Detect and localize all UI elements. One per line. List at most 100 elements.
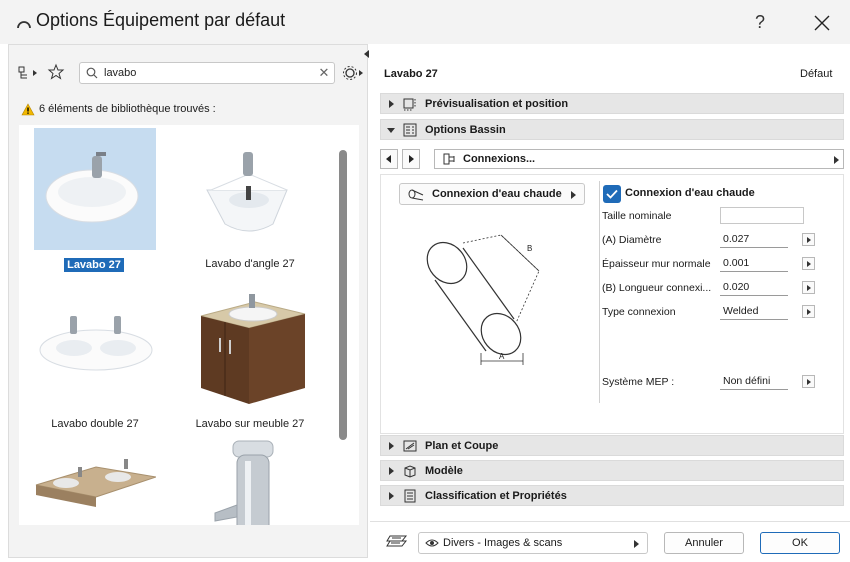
classification-list-icon: [404, 489, 416, 503]
page-navigator: Connexions...: [380, 149, 844, 169]
double-washbasin-thumbnail: [39, 316, 153, 371]
arrow-left-icon: [386, 155, 391, 163]
section-basin-options[interactable]: Options Bassin: [380, 119, 844, 140]
preview-position-icon: [403, 98, 416, 111]
faucet-thumbnail: [214, 440, 274, 525]
settings-panel: Lavabo 27 Défaut Prévisualisation et pos…: [370, 44, 850, 562]
connection-type-dropdown[interactable]: Connexion d'eau chaude: [399, 183, 585, 205]
library-items-grid: Lavabo 27 Lavabo d'angle 27 Lavabo doubl: [19, 125, 359, 525]
title-bar: Options Équipement par défaut ?: [0, 0, 850, 44]
param-label: (B) Longueur connexi...: [602, 282, 712, 294]
search-input[interactable]: [104, 65, 304, 81]
mep-system-options-button[interactable]: [802, 375, 815, 388]
param-connection-length: (B) Longueur connexi... 0.020: [602, 279, 842, 297]
page-selector-label: Connexions...: [463, 153, 536, 165]
search-field[interactable]: ✕: [79, 62, 335, 84]
section-label: Options Bassin: [425, 124, 506, 136]
model-cube-icon: [404, 465, 416, 478]
cancel-button[interactable]: Annuler: [664, 532, 744, 554]
search-icon: [86, 67, 98, 79]
connection-type-options-button[interactable]: [802, 305, 815, 318]
section-label: Classification et Propriétés: [425, 490, 567, 502]
diameter-input[interactable]: 0.027: [720, 231, 788, 248]
help-button[interactable]: ?: [748, 12, 772, 36]
section-label: Modèle: [425, 465, 463, 477]
countertop-washbasin-thumbnail: [35, 459, 156, 507]
library-browser: ✕ 6 éléments de bibliothèque trouvés : L…: [8, 44, 368, 558]
results-count-text: 6 éléments de bibliothèque trouvés :: [39, 103, 216, 115]
param-mep-system: Système MEP : Non défini: [602, 373, 842, 391]
grid-scrollbar[interactable]: [339, 150, 347, 440]
param-label: Épaisseur mur normale: [602, 258, 711, 270]
section-label: Prévisualisation et position: [425, 98, 569, 110]
previous-page-button[interactable]: [380, 149, 398, 169]
wall-thickness-options-button[interactable]: [802, 257, 815, 270]
connections-page-icon: [443, 153, 455, 165]
param-wall-thickness: Épaisseur mur normale 0.001: [602, 255, 842, 273]
section-label: Plan et Coupe: [425, 440, 499, 452]
param-nominal-size: Taille nominale: [602, 207, 842, 225]
footer-divider: [370, 521, 850, 522]
section-model[interactable]: Modèle: [380, 460, 844, 481]
connections-page: Connexion d'eau chaude B A Connexion d'e…: [380, 174, 844, 434]
library-item-label: Lavabo sur meuble 27: [195, 418, 305, 430]
hot-water-checkbox-label: Connexion d'eau chaude: [625, 187, 755, 199]
connection-diagram: B A: [426, 234, 540, 365]
connection-type-label: Connexion d'eau chaude: [432, 188, 562, 200]
expand-arrow-icon: [389, 467, 394, 475]
basin-options-icon: [403, 123, 417, 137]
layer-dropdown-label: Divers - Images & scans: [443, 537, 563, 549]
arrow-right-icon: [409, 155, 414, 163]
warning-icon: [21, 103, 35, 116]
clear-search-icon[interactable]: ✕: [316, 65, 332, 81]
diagram-label-b: B: [527, 244, 532, 253]
param-diameter: (A) Diamètre 0.027: [602, 231, 842, 249]
dropdown-arrow-icon: [634, 540, 639, 548]
wall-thickness-input[interactable]: 0.001: [720, 255, 788, 272]
expand-arrow-icon: [389, 442, 394, 450]
connection-length-options-button[interactable]: [802, 281, 815, 294]
page-selector[interactable]: Connexions...: [434, 149, 844, 169]
layer-dropdown[interactable]: Divers - Images & scans: [418, 532, 648, 554]
param-label: (A) Diamètre: [602, 234, 662, 246]
object-name: Lavabo 27: [384, 68, 438, 80]
param-label: Taille nominale: [602, 210, 672, 222]
library-item-label: Lavabo 27: [64, 258, 124, 272]
library-item-label: Lavabo double 27: [51, 418, 139, 430]
eye-icon: [425, 539, 439, 547]
favorites-star-icon[interactable]: [47, 63, 65, 81]
section-plan-section[interactable]: Plan et Coupe: [380, 435, 844, 456]
washbasin-thumbnail: [34, 128, 156, 250]
diagram-label-a: A: [499, 352, 505, 361]
next-page-button[interactable]: [402, 149, 420, 169]
connection-type-select[interactable]: Welded: [720, 303, 788, 320]
param-label: Système MEP :: [602, 376, 675, 388]
gear-icon[interactable]: [341, 62, 365, 84]
app-icon: [17, 21, 31, 29]
plan-section-icon: [403, 440, 417, 452]
library-item-label: Lavabo d'angle 27: [205, 258, 295, 270]
dropdown-arrow-icon: [834, 156, 839, 164]
diameter-options-button[interactable]: [802, 233, 815, 246]
layers-icon: [386, 535, 408, 547]
mep-system-select[interactable]: Non défini: [720, 373, 788, 390]
folder-tree-icon[interactable]: [17, 65, 41, 81]
close-icon[interactable]: [808, 9, 836, 37]
param-label: Type connexion: [602, 306, 676, 318]
ok-button[interactable]: OK: [760, 532, 840, 554]
panel-divider: [599, 181, 600, 403]
pipe-connection-icon: [408, 189, 424, 201]
expand-arrow-icon: [389, 100, 394, 108]
expand-arrow-icon: [389, 492, 394, 500]
section-preview-position[interactable]: Prévisualisation et position: [380, 93, 844, 114]
collapse-arrow-icon: [387, 128, 395, 133]
window-title: Options Équipement par défaut: [36, 10, 286, 30]
param-connection-type: Type connexion Welded: [602, 303, 842, 321]
checkmark-icon: [606, 189, 618, 199]
vanity-washbasin-thumbnail: [200, 294, 306, 404]
nominal-size-input[interactable]: [720, 207, 804, 224]
connection-length-input[interactable]: 0.020: [720, 279, 788, 296]
default-label: Défaut: [800, 68, 833, 80]
section-classification[interactable]: Classification et Propriétés: [380, 485, 844, 506]
hot-water-checkbox[interactable]: [603, 185, 621, 203]
